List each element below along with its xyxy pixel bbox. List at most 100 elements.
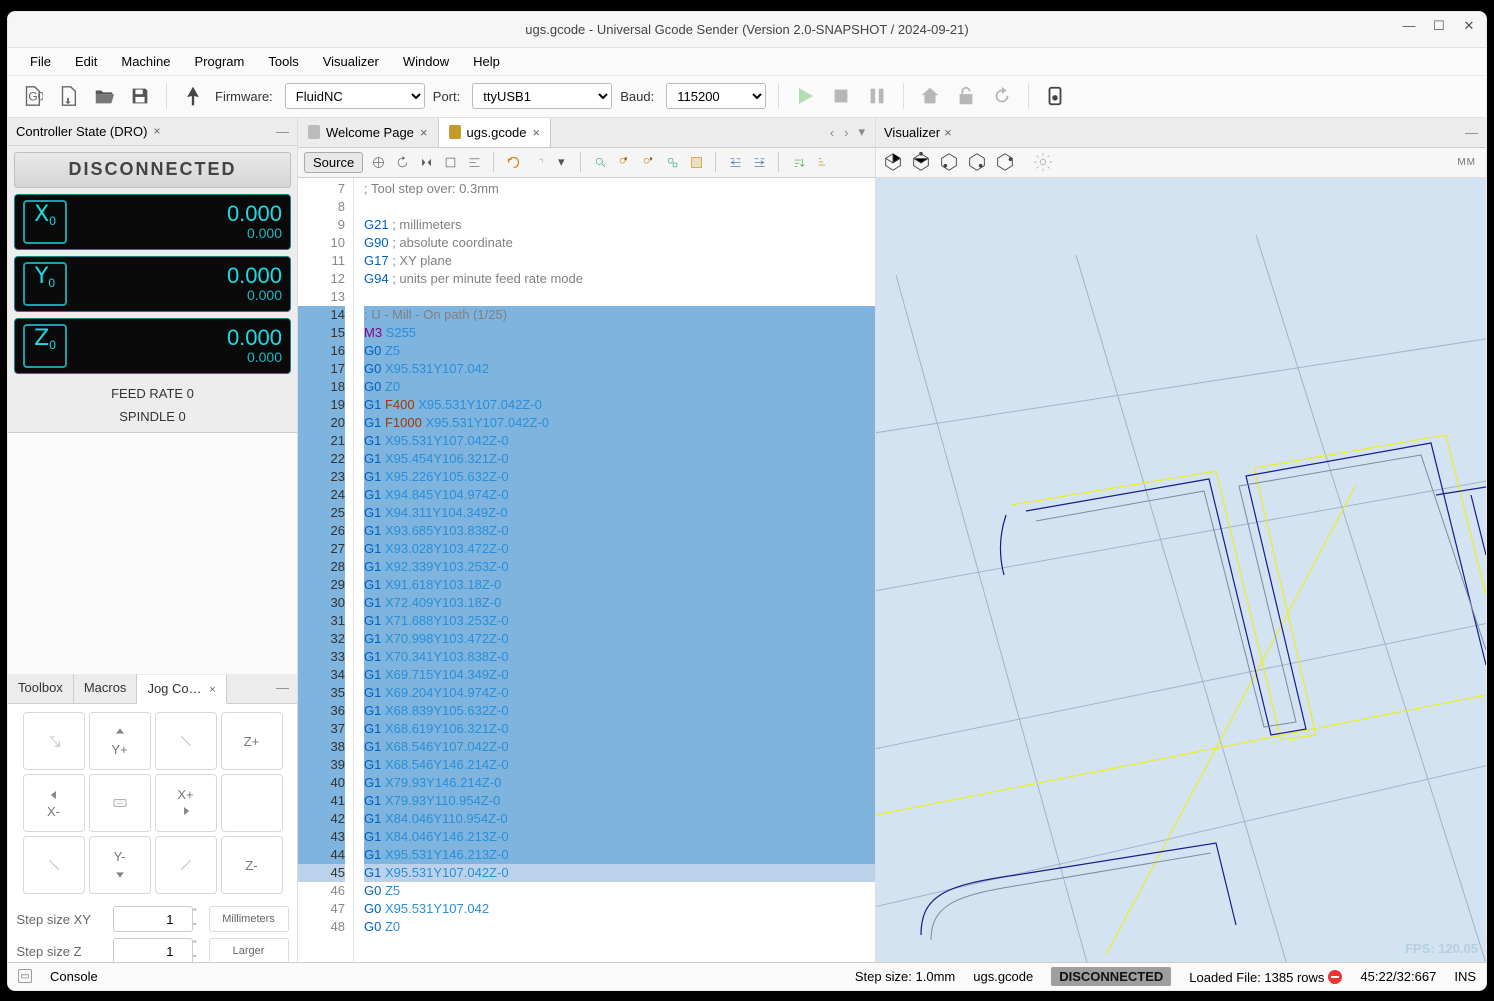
- code-line[interactable]: G90 ; absolute coordinate: [364, 234, 875, 252]
- code-line[interactable]: M3 S255: [364, 324, 875, 342]
- new-file-icon[interactable]: G0: [18, 82, 46, 110]
- dro-axis-y[interactable]: Y00.0000.000: [14, 256, 291, 312]
- tb-mirror-icon[interactable]: [417, 153, 435, 171]
- code-line[interactable]: G1 X93.685Y103.838Z-0: [364, 522, 875, 540]
- tb-redo-icon[interactable]: [528, 153, 546, 171]
- open-file-icon[interactable]: [90, 82, 118, 110]
- maximize-button[interactable]: ☐: [1430, 18, 1448, 34]
- tb-rotate-icon[interactable]: [393, 153, 411, 171]
- side-tab-0[interactable]: Toolbox: [8, 674, 74, 703]
- step-z-input[interactable]: [113, 938, 193, 962]
- tb-align-icon[interactable]: [465, 153, 483, 171]
- minimize-button[interactable]: —: [1400, 18, 1418, 34]
- code-line[interactable]: G1 X68.619Y106.321Z-0: [364, 720, 875, 738]
- code-line[interactable]: G94 ; units per minute feed rate mode: [364, 270, 875, 288]
- code-area[interactable]: ; Tool step over: 0.3mm G21 ; millimeter…: [354, 178, 875, 962]
- code-line[interactable]: G1 F1000 X95.531Y107.042Z-0: [364, 414, 875, 432]
- jog-y-plus[interactable]: Y+: [89, 712, 151, 770]
- connect-icon[interactable]: [179, 82, 207, 110]
- code-line[interactable]: G1 X95.531Y107.042Z-0: [364, 864, 875, 882]
- port-select[interactable]: ttyUSB1: [472, 83, 612, 109]
- view-side-icon[interactable]: [966, 151, 988, 173]
- menu-file[interactable]: File: [22, 50, 59, 73]
- jog-diag-dr[interactable]: [155, 836, 217, 894]
- editor-tab-1[interactable]: ugs.gcode×: [439, 118, 552, 147]
- dro-close-icon[interactable]: ×: [153, 124, 160, 138]
- tb-indent-right-icon[interactable]: [750, 153, 768, 171]
- view-reset-icon[interactable]: [882, 151, 904, 173]
- save-file-icon[interactable]: [54, 82, 82, 110]
- console-expand-icon[interactable]: ▭: [18, 969, 32, 983]
- code-line[interactable]: ; U - Mill - On path (1/25): [364, 306, 875, 324]
- menu-tools[interactable]: Tools: [260, 50, 306, 73]
- unlock-icon[interactable]: [952, 82, 980, 110]
- code-line[interactable]: G1 X68.546Y146.214Z-0: [364, 756, 875, 774]
- tab-scroll-left-icon[interactable]: ‹: [830, 125, 834, 140]
- code-line[interactable]: G1 X95.531Y107.042Z-0: [364, 432, 875, 450]
- jog-z-plus[interactable]: Z+: [221, 712, 283, 770]
- code-line[interactable]: G1 X95.226Y105.632Z-0: [364, 468, 875, 486]
- visualizer-minimize-icon[interactable]: —: [1465, 125, 1478, 140]
- code-line[interactable]: G0 X95.531Y107.042: [364, 900, 875, 918]
- source-button[interactable]: Source: [304, 152, 363, 173]
- code-line[interactable]: G0 X95.531Y107.042: [364, 360, 875, 378]
- jog-x-plus[interactable]: X+: [155, 774, 217, 832]
- units-button[interactable]: Millimeters: [209, 906, 289, 932]
- jog-x-minus[interactable]: X-: [23, 774, 85, 832]
- dro-axis-z[interactable]: Z00.0000.000: [14, 318, 291, 374]
- code-line[interactable]: G1 X69.204Y104.974Z-0: [364, 684, 875, 702]
- tab-scroll-right-icon[interactable]: ›: [844, 125, 848, 140]
- dro-minimize-icon[interactable]: —: [276, 124, 289, 139]
- visualizer-viewport[interactable]: Z+ Y- FPS: 120.05: [876, 178, 1486, 962]
- code-line[interactable]: G21 ; millimeters: [364, 216, 875, 234]
- code-line[interactable]: G1 X72.409Y103.18Z-0: [364, 594, 875, 612]
- code-line[interactable]: G1 X69.715Y104.349Z-0: [364, 666, 875, 684]
- code-line[interactable]: G1 X79.93Y146.214Z-0: [364, 774, 875, 792]
- code-line[interactable]: G1 X91.618Y103.18Z-0: [364, 576, 875, 594]
- firmware-select[interactable]: FluidNC: [285, 83, 425, 109]
- step-xy-input[interactable]: [113, 906, 193, 932]
- tb-highlight-icon[interactable]: [687, 153, 705, 171]
- tb-sort-asc-icon[interactable]: [789, 153, 807, 171]
- code-line[interactable]: G1 X94.311Y104.349Z-0: [364, 504, 875, 522]
- code-line[interactable]: G1 X84.046Y146.213Z-0: [364, 828, 875, 846]
- code-line[interactable]: ; Tool step over: 0.3mm: [364, 180, 875, 198]
- code-line[interactable]: G1 X94.845Y104.974Z-0: [364, 486, 875, 504]
- code-line[interactable]: G0 Z0: [364, 918, 875, 936]
- tb-undo-icon[interactable]: [504, 153, 522, 171]
- menu-help[interactable]: Help: [465, 50, 508, 73]
- tb-find-icon[interactable]: [591, 153, 609, 171]
- jog-z-minus[interactable]: Z-: [221, 836, 283, 894]
- code-line[interactable]: G1 X79.93Y110.954Z-0: [364, 792, 875, 810]
- jog-diag-ur[interactable]: [155, 712, 217, 770]
- code-line[interactable]: G0 Z5: [364, 342, 875, 360]
- code-line[interactable]: G1 X68.839Y105.632Z-0: [364, 702, 875, 720]
- larger-button[interactable]: Larger: [209, 938, 289, 962]
- dro-axis-x[interactable]: X00.0000.000: [14, 194, 291, 250]
- code-line[interactable]: G0 Z5: [364, 882, 875, 900]
- tb-find-prev-icon[interactable]: [615, 153, 633, 171]
- side-tab-1[interactable]: Macros: [74, 674, 138, 703]
- code-line[interactable]: G1 X93.028Y103.472Z-0: [364, 540, 875, 558]
- home-icon[interactable]: [916, 82, 944, 110]
- tab-menu-icon[interactable]: ▾: [858, 124, 865, 140]
- stop-button[interactable]: [827, 82, 855, 110]
- tb-outline-icon[interactable]: [441, 153, 459, 171]
- menu-window[interactable]: Window: [395, 50, 457, 73]
- pendant-icon[interactable]: [1041, 82, 1069, 110]
- jog-y-minus[interactable]: Y-: [89, 836, 151, 894]
- code-line[interactable]: G1 X95.454Y106.321Z-0: [364, 450, 875, 468]
- code-line[interactable]: G1 F400 X95.531Y107.042Z-0: [364, 396, 875, 414]
- code-line[interactable]: G1 X84.046Y110.954Z-0: [364, 810, 875, 828]
- menu-edit[interactable]: Edit: [67, 50, 105, 73]
- menu-machine[interactable]: Machine: [113, 50, 178, 73]
- code-line[interactable]: G1 X71.688Y103.253Z-0: [364, 612, 875, 630]
- view-settings-icon[interactable]: [1032, 151, 1054, 173]
- view-top-icon[interactable]: [910, 151, 932, 173]
- tb-indent-left-icon[interactable]: [726, 153, 744, 171]
- pause-button[interactable]: [863, 82, 891, 110]
- editor-tab-0[interactable]: Welcome Page×: [298, 118, 439, 147]
- code-line[interactable]: [364, 288, 875, 306]
- run-button[interactable]: [791, 82, 819, 110]
- jog-diag-dl[interactable]: [23, 836, 85, 894]
